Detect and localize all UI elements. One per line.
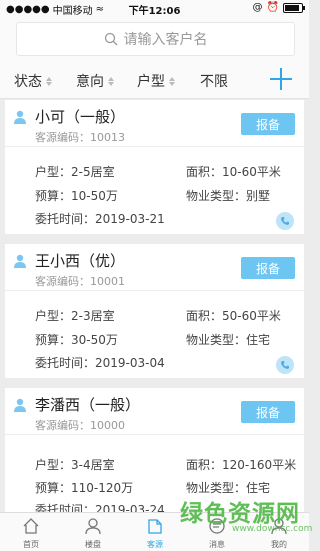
call-button[interactable] xyxy=(276,356,294,374)
home-icon xyxy=(23,518,39,534)
client-area: 面积：10-60平米 xyxy=(186,165,281,179)
search-placeholder: 请输入客户名 xyxy=(123,32,208,48)
client-budget: 预算：110-120万 xyxy=(35,481,134,495)
client-name: 小可（一般） xyxy=(35,108,126,126)
tab-messages[interactable]: 消息 xyxy=(186,513,248,551)
client-layout: 户型：2-3居室 xyxy=(35,309,115,323)
client-layout: 户型：2-5居室 xyxy=(35,165,115,179)
client-code: 客源编码：10013 xyxy=(35,131,125,144)
client-date: 委托时间：2019-03-04 xyxy=(35,356,165,370)
report-button[interactable]: 报备 xyxy=(241,401,295,423)
client-card-header: 李潘西（一般） 客源编码：10000 报备 xyxy=(5,388,304,435)
client-budget: 预算：10-50万 xyxy=(35,189,118,203)
client-budget: 预算：30-50万 xyxy=(35,333,118,347)
profile-icon xyxy=(271,518,287,535)
client-name: 王小西（优） xyxy=(35,252,126,270)
person-icon xyxy=(14,398,26,412)
search-icon xyxy=(104,32,117,46)
client-code: 客源编码：10000 xyxy=(35,419,125,432)
person-icon xyxy=(14,254,26,268)
client-date: 委托时间：2019-03-21 xyxy=(35,212,165,226)
status-bar: ●●●●● 中国移动 ≈ 下午12:06 @ ⏰ xyxy=(0,0,309,17)
tab-clients[interactable]: 客源 xyxy=(124,513,186,551)
filter-status-label: 状态 xyxy=(14,74,42,90)
client-property-type: 物业类型：住宅 xyxy=(186,333,271,347)
report-button[interactable]: 报备 xyxy=(241,257,295,279)
client-name: 李潘西（一般） xyxy=(35,396,141,414)
client-code: 客源编码：10001 xyxy=(35,275,125,288)
client-layout: 户型：3-4居室 xyxy=(35,458,115,472)
tab-buildings-label: 楼盘 xyxy=(85,540,101,549)
client-property-type: 物业类型：住宅 xyxy=(186,481,271,495)
person-icon xyxy=(14,110,26,124)
client-card[interactable]: 李潘西（一般） 客源编码：10000 报备 户型：3-4居室 面积：120-16… xyxy=(5,388,304,512)
tab-clients-label: 客源 xyxy=(147,540,163,549)
tab-home-label: 首页 xyxy=(23,540,39,549)
client-card[interactable]: 小可（一般） 客源编码：10013 报备 户型：2-5居室 面积：10-60平米… xyxy=(5,100,304,234)
building-icon xyxy=(85,518,101,535)
call-button[interactable] xyxy=(276,212,294,230)
alarm-icon: ⏰ xyxy=(266,2,279,13)
filter-status[interactable]: 状态 xyxy=(14,71,52,91)
client-property-type: 物业类型：别墅 xyxy=(186,189,271,203)
tab-me[interactable]: 我的 xyxy=(248,513,310,551)
sort-arrows-icon xyxy=(169,76,175,86)
tab-buildings[interactable]: 楼盘 xyxy=(62,513,124,551)
client-card-header: 小可（一般） 客源编码：10013 报备 xyxy=(5,100,304,147)
report-button[interactable]: 报备 xyxy=(241,113,295,135)
filter-any-label: 不限 xyxy=(200,74,228,90)
lock-rotation-icon: @ xyxy=(252,2,263,13)
add-client-button[interactable] xyxy=(270,68,292,90)
sort-arrows-icon xyxy=(108,76,114,86)
clients-icon xyxy=(148,519,162,534)
phone-icon xyxy=(280,217,289,225)
client-date: 委托时间：2019-03-24 xyxy=(35,503,165,512)
phone-icon xyxy=(280,361,289,369)
tab-home[interactable]: 首页 xyxy=(0,513,62,551)
search-area: 请输入客户名 xyxy=(0,16,309,62)
client-area: 面积：50-60平米 xyxy=(186,309,281,323)
message-icon xyxy=(209,518,225,534)
battery-icon xyxy=(283,2,305,13)
filter-bar: 状态 意向 户型 不限 xyxy=(0,62,309,99)
search-input[interactable]: 请输入客户名 xyxy=(16,22,295,56)
filter-intent-label: 意向 xyxy=(76,74,104,90)
client-card[interactable]: 王小西（优） 客源编码：10001 报备 户型：2-3居室 面积：50-60平米… xyxy=(5,244,304,378)
filter-intent[interactable]: 意向 xyxy=(76,71,114,91)
filter-any[interactable]: 不限 xyxy=(200,71,228,91)
tab-me-label: 我的 xyxy=(271,540,287,549)
client-area: 面积：120-160平米 xyxy=(186,458,297,472)
tab-bar: 首页 楼盘 客源 消息 我的 xyxy=(0,512,309,551)
client-card-header: 王小西（优） 客源编码：10001 报备 xyxy=(5,244,304,291)
tab-messages-label: 消息 xyxy=(209,540,225,549)
filter-layout[interactable]: 户型 xyxy=(137,71,175,91)
sort-arrows-icon xyxy=(46,76,52,86)
filter-layout-label: 户型 xyxy=(137,74,165,90)
